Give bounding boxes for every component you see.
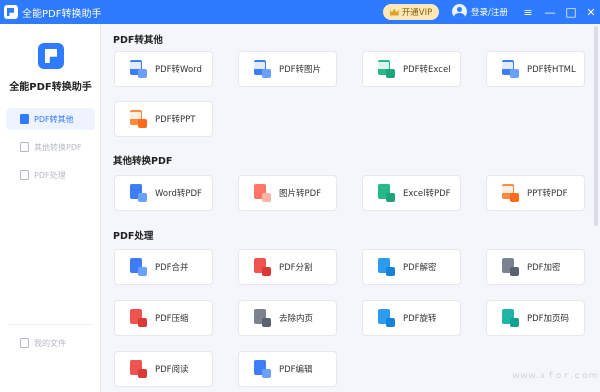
sidebar-item-label: 其他转换PDF (34, 142, 82, 152)
pdf-read-icon (129, 360, 147, 378)
minimize-button[interactable]: — (541, 3, 559, 21)
card-label: 图片转PDF (279, 189, 322, 199)
sidebar-item-label: PDF处理 (34, 170, 66, 180)
card-pdf-edit[interactable]: PDF编辑 (238, 351, 337, 387)
card-label: PDF编辑 (279, 365, 313, 375)
pdf-encrypt-icon (501, 258, 519, 276)
scrollbar[interactable] (594, 26, 598, 226)
card-remove-pages[interactable]: 去除内页 (238, 300, 337, 336)
card-pdf-read[interactable]: PDF阅读 (114, 351, 213, 387)
card-label: Word转PDF (155, 189, 202, 199)
card-ppt-to-pdf[interactable]: PPT转PDF (486, 175, 585, 211)
pdf-split-icon (253, 258, 271, 276)
card-pdf-compress[interactable]: PDF压缩 (114, 300, 213, 336)
card-label: PDF旋转 (403, 314, 437, 324)
pdf-rotate-icon (377, 309, 395, 327)
word-to-pdf-icon (129, 184, 147, 202)
section-title-pdf-process: PDF处理 (113, 231, 154, 242)
card-label: PDF加页码 (527, 314, 570, 324)
pdf-to-excel-icon (377, 60, 395, 78)
login-register-link[interactable]: 登录/注册 (471, 6, 508, 18)
folder-icon (20, 338, 29, 348)
pdf-page-number-icon (501, 309, 519, 327)
close-button[interactable]: ✕ (582, 3, 600, 21)
image-to-pdf-icon (253, 184, 271, 202)
card-image-to-pdf[interactable]: 图片转PDF (238, 175, 337, 211)
sidebar-item-my-files[interactable]: 我的文件 (6, 332, 95, 354)
vip-button[interactable]: 开通VIP (383, 4, 439, 20)
sidebar-item-pdf-process[interactable]: PDF处理 (6, 164, 95, 186)
sidebar-app-name: 全能PDF转换助手 (9, 82, 92, 93)
maximize-button[interactable]: □ (562, 3, 580, 21)
sidebar: 全能PDF转换助手 PDF转其他 其他转换PDF PDF处理 我的文件 (0, 24, 101, 392)
pdf-to-word-icon (129, 60, 147, 78)
card-pdf-to-ppt[interactable]: PDF转PPT (114, 101, 213, 137)
card-label: PDF阅读 (155, 365, 189, 375)
card-pdf-to-image[interactable]: PDF转图片 (238, 51, 337, 87)
card-label: PDF合并 (155, 263, 189, 273)
excel-to-pdf-icon (377, 184, 395, 202)
pdf-edit-icon (253, 360, 271, 378)
card-pdf-split[interactable]: PDF分割 (238, 249, 337, 285)
ppt-to-pdf-icon (501, 184, 519, 202)
card-excel-to-pdf[interactable]: Excel转PDF (362, 175, 461, 211)
card-label: 去除内页 (279, 314, 314, 324)
watermark-text: ｗｗｗ.ｘｆｏｒ.ｃｏｍ (512, 371, 598, 380)
card-pdf-merge[interactable]: PDF合并 (114, 249, 213, 285)
divider (8, 324, 93, 325)
card-label: PDF加密 (527, 263, 561, 273)
card-pdf-to-word[interactable]: PDF转Word (114, 51, 213, 87)
app-logo-icon (38, 43, 64, 69)
card-pdf-rotate[interactable]: PDF旋转 (362, 300, 461, 336)
pdf-merge-icon (129, 258, 147, 276)
menu-icon[interactable]: ≡ (519, 3, 537, 21)
pdf-decrypt-icon (377, 258, 395, 276)
card-label: PDF转Word (155, 65, 202, 75)
avatar-icon[interactable] (452, 4, 467, 19)
doc-icon (20, 142, 29, 152)
card-label: PDF分割 (279, 263, 313, 273)
remove-pages-icon (253, 309, 271, 327)
vip-label: 开通VIP (401, 8, 433, 18)
title-bar: 全能PDF转换助手 开通VIP 登录/注册 ≡ — □ ✕ (0, 0, 600, 24)
card-pdf-decrypt[interactable]: PDF解密 (362, 249, 461, 285)
sidebar-item-label: PDF转其他 (34, 114, 74, 124)
sidebar-item-other-to-pdf[interactable]: 其他转换PDF (6, 136, 95, 158)
card-label: PDF解密 (403, 263, 437, 273)
app-logo-icon (4, 5, 18, 19)
card-pdf-page-number[interactable]: PDF加页码 (486, 300, 585, 336)
pdf-doc-icon (20, 114, 29, 124)
card-label: Excel转PDF (403, 189, 451, 199)
pdf-to-html-icon (501, 60, 519, 78)
card-pdf-to-html[interactable]: PDF转HTML (486, 51, 585, 87)
pdf-to-ppt-icon (129, 110, 147, 128)
section-title-pdf-to-other: PDF转其他 (113, 35, 163, 46)
window-title: 全能PDF转换助手 (22, 9, 102, 20)
pdf-to-image-icon (253, 60, 271, 78)
card-label: PDF转图片 (279, 65, 322, 75)
card-label: PDF压缩 (155, 314, 189, 324)
card-label: PPT转PDF (527, 189, 568, 199)
pdf-compress-icon (129, 309, 147, 327)
sidebar-item-pdf-to-other[interactable]: PDF转其他 (6, 108, 95, 130)
card-label: PDF转PPT (155, 115, 196, 125)
sidebar-item-label: 我的文件 (34, 338, 66, 348)
card-label: PDF转HTML (527, 65, 576, 75)
card-pdf-encrypt[interactable]: PDF加密 (486, 249, 585, 285)
card-label: PDF转Excel (403, 65, 451, 75)
doc-icon (20, 170, 29, 180)
card-pdf-to-excel[interactable]: PDF转Excel (362, 51, 461, 87)
crown-icon (389, 8, 399, 16)
card-word-to-pdf[interactable]: Word转PDF (114, 175, 213, 211)
section-title-other-to-pdf: 其他转换PDF (113, 156, 173, 167)
